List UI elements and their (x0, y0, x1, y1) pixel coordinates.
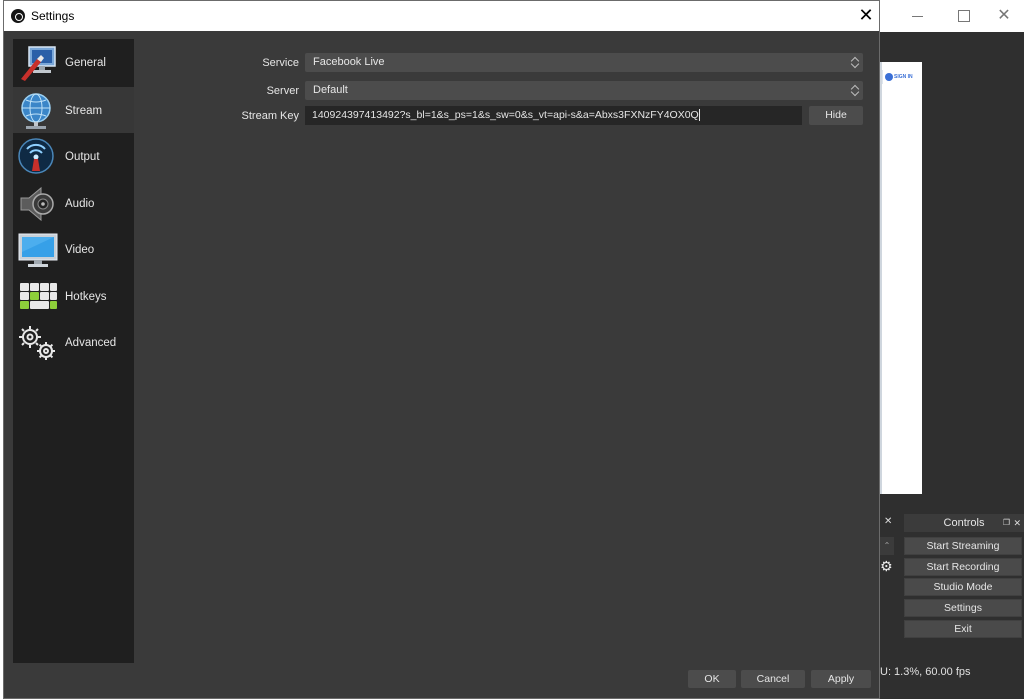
sidebar-item-advanced[interactable]: Advanced (13, 319, 134, 365)
sidebar-item-stream[interactable]: Stream (13, 87, 134, 133)
service-value: Facebook Live (313, 56, 385, 68)
service-label: Service (262, 57, 299, 69)
settings-dialog: Settings ✕ General Stream Output Audio V… (3, 0, 880, 699)
close-icon[interactable]: ✕ (996, 8, 1012, 24)
studio-mode-button[interactable]: Studio Mode (904, 578, 1022, 596)
stream-globe-icon (21, 93, 51, 129)
dropdown-arrows-icon (851, 55, 859, 70)
main-window-titlebar: ✕ (880, 0, 1024, 32)
minimize-icon[interactable] (910, 8, 926, 24)
stream-key-value: 140924397413492?s_bl=1&s_ps=1&s_sw=0&s_v… (312, 109, 699, 121)
text-caret (698, 109, 700, 122)
service-dropdown[interactable]: Facebook Live (305, 53, 863, 72)
sidebar-item-label: Hotkeys (65, 291, 107, 303)
general-icon (21, 46, 56, 81)
exit-button[interactable]: Exit (904, 620, 1022, 638)
server-value: Default (313, 84, 348, 96)
sidebar-item-label: General (65, 57, 106, 69)
monitor-icon (18, 233, 58, 267)
dialog-titlebar: Settings ✕ (4, 1, 879, 31)
sidebar-item-video[interactable]: Video (13, 226, 134, 272)
cancel-button[interactable]: Cancel (741, 670, 805, 688)
controls-title-label: Controls (943, 517, 985, 529)
gear-icon[interactable]: ⚙ (880, 558, 893, 575)
signin-label: SIGN IN (894, 74, 913, 80)
dialog-title: Settings (31, 9, 75, 23)
stream-key-input[interactable]: 140924397413492?s_bl=1&s_ps=1&s_sw=0&s_v… (305, 106, 802, 125)
spinner-arrows-icon[interactable]: ⌃ (880, 537, 894, 555)
sidebar-item-audio[interactable]: Audio (13, 180, 134, 226)
sidebar-item-label: Stream (65, 105, 103, 117)
ok-button[interactable]: OK (688, 670, 736, 688)
preview-panel: SIGN IN (880, 62, 922, 494)
dock-close-icon[interactable]: ✕ (884, 516, 892, 527)
settings-sidebar: General Stream Output Audio Video Hotkey… (13, 39, 134, 663)
keyboard-icon (20, 283, 57, 309)
start-streaming-button[interactable]: Start Streaming (904, 537, 1022, 555)
speaker-icon (20, 186, 54, 222)
sidebar-item-label: Advanced (65, 337, 117, 349)
obs-logo-icon (11, 9, 25, 23)
dropdown-arrows-icon (851, 83, 859, 98)
preview-signin-text: SIGN IN (882, 70, 918, 84)
start-recording-button[interactable]: Start Recording (904, 558, 1022, 576)
server-dropdown[interactable]: Default (305, 81, 863, 100)
sidebar-item-output[interactable]: Output (13, 133, 134, 179)
preview-border (880, 62, 882, 494)
obs-main-window: ✕ SIGN IN ✕ Controls ❐ ✕ ⌃ ⚙ Start Strea… (880, 0, 1024, 699)
stream-key-label: Stream Key (241, 110, 299, 122)
controls-dock-title: Controls ❐ ✕ (904, 514, 1024, 532)
hide-key-button[interactable]: Hide (809, 106, 863, 125)
sidebar-item-label: Audio (65, 198, 95, 210)
sidebar-item-general[interactable]: General (13, 39, 134, 85)
server-label: Server (266, 85, 299, 97)
gears-icon (19, 326, 55, 360)
apply-button[interactable]: Apply (811, 670, 871, 688)
close-icon[interactable]: ✕ (856, 5, 876, 25)
float-dock-icon[interactable]: ❐ (1003, 514, 1010, 532)
controls-close-icon[interactable]: ✕ (1013, 514, 1021, 532)
settings-button[interactable]: Settings (904, 599, 1022, 617)
sidebar-item-label: Output (65, 151, 100, 163)
output-signal-icon (18, 138, 54, 174)
sidebar-item-hotkeys[interactable]: Hotkeys (13, 273, 134, 319)
sidebar-item-label: Video (65, 244, 95, 256)
user-icon (885, 73, 893, 81)
maximize-icon[interactable] (956, 8, 972, 24)
status-bar-text: U: 1.3%, 60.00 fps (880, 666, 971, 678)
